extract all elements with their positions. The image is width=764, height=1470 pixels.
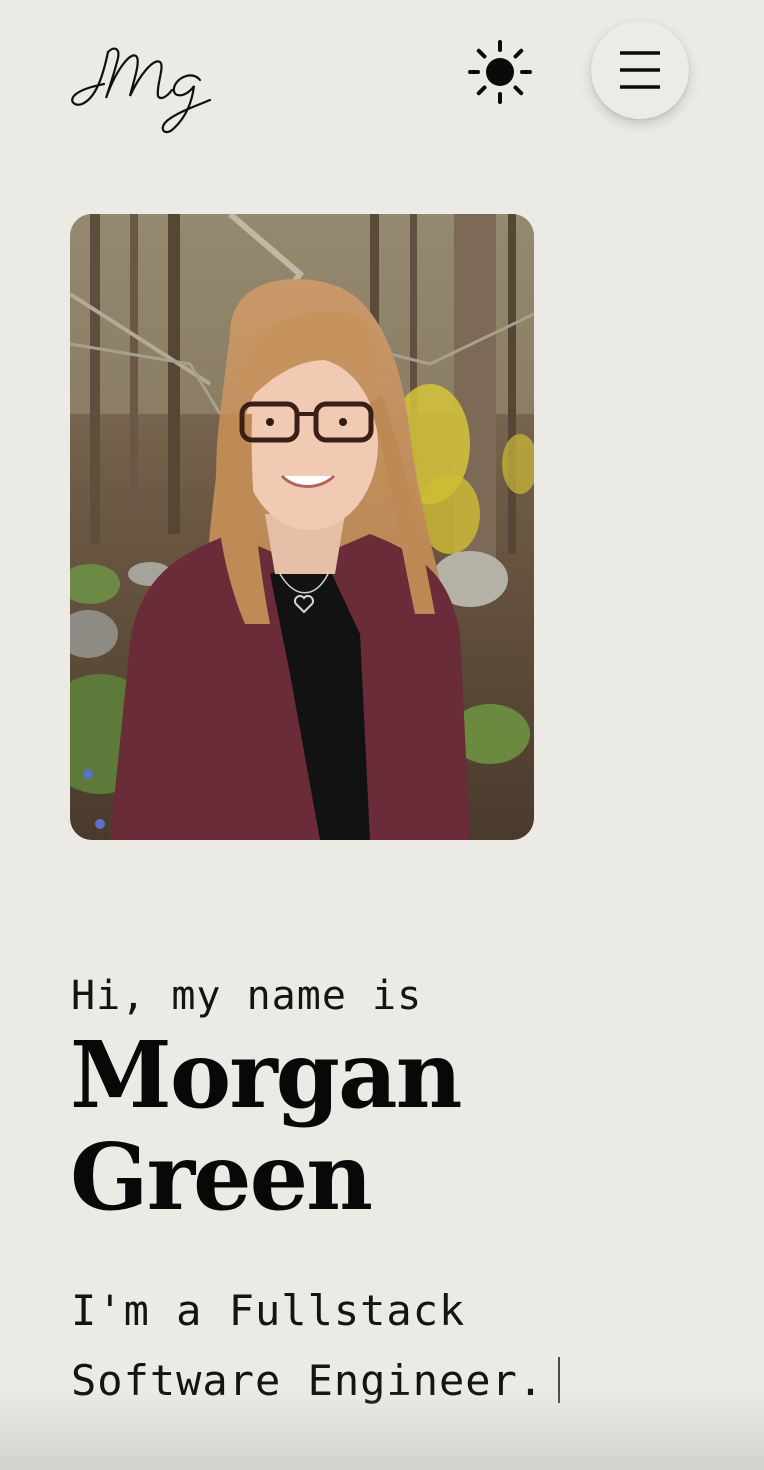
- person-name-first: Morgan: [70, 1021, 463, 1129]
- person-name: Morgan Green: [70, 1024, 630, 1228]
- theme-toggle-button[interactable]: [466, 38, 534, 106]
- profile-photo: [70, 214, 534, 840]
- profile-photo-illustration: [70, 214, 534, 840]
- hamburger-menu-icon: [620, 51, 660, 89]
- sun-icon: [468, 40, 532, 104]
- menu-button[interactable]: [591, 21, 689, 119]
- bottom-fade-overlay: [0, 1390, 764, 1470]
- logo-home-link[interactable]: [68, 40, 214, 136]
- greeting-text: Hi, my name is: [71, 973, 423, 1019]
- mg-signature-logo: [71, 47, 212, 134]
- person-name-last: Green: [70, 1123, 373, 1231]
- tagline-line-1: I'm a Fullstack: [71, 1286, 466, 1335]
